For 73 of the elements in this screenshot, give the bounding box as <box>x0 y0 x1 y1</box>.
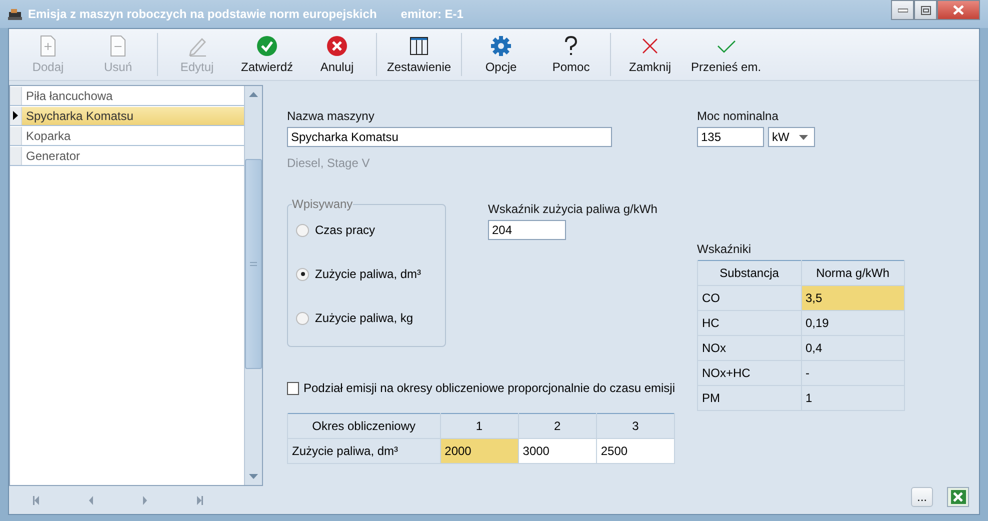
group-title: Wpisywany <box>292 197 353 211</box>
name-field[interactable]: Spycharka Komatsu <box>287 127 612 147</box>
table-cell: NOx <box>698 336 801 360</box>
table-cell[interactable]: 3,5 <box>801 286 904 310</box>
scroll-thumb[interactable] <box>245 159 262 369</box>
close-icon <box>953 5 964 15</box>
column-header: Substancja <box>698 260 801 286</box>
field-label: Nazwa maszyny <box>287 109 376 123</box>
radio-option[interactable]: Zużycie paliwa, dm³ <box>296 267 445 281</box>
window-title: Emisja z maszyn roboczych na podstawie norm europejskich <box>28 7 377 21</box>
table-cell[interactable]: 0,19 <box>801 310 904 336</box>
pencil-icon <box>186 35 208 57</box>
toolbar-button[interactable]: Zestawienie <box>381 29 458 80</box>
toolbar-button[interactable]: Przenieś em. <box>685 29 768 80</box>
row-header: Zużycie paliwa, dm³ <box>288 438 440 464</box>
minimize-button[interactable] <box>891 0 914 20</box>
last-record-icon[interactable] <box>197 496 203 504</box>
confirm-icon <box>256 35 278 57</box>
field-label: Moc nominalna <box>697 109 780 123</box>
table-cell[interactable]: 1 <box>801 386 904 410</box>
table-cell: CO <box>698 286 801 310</box>
machine-icon <box>8 8 22 20</box>
cancel-icon <box>326 35 348 57</box>
column-header: Okres obliczeniowy <box>288 414 440 438</box>
table-cell[interactable]: 3000 <box>518 438 596 464</box>
table-cell[interactable]: 2000 <box>440 438 518 464</box>
table-cell: PM <box>698 386 801 410</box>
list-item[interactable]: Koparka <box>10 126 244 146</box>
first-record-icon[interactable] <box>33 496 39 504</box>
radio-option[interactable]: Czas pracy <box>296 223 445 237</box>
unit-dropdown[interactable]: kW <box>768 127 815 147</box>
checkbox[interactable] <box>287 382 300 394</box>
fuel-index-field[interactable]: 204 <box>488 220 566 240</box>
minimize-icon <box>898 7 908 13</box>
scroll-down-icon <box>249 474 258 479</box>
power-field[interactable]: 135 <box>697 127 764 147</box>
maximize-button[interactable] <box>914 0 937 20</box>
table-cell[interactable]: 2500 <box>596 438 674 464</box>
radio-button[interactable] <box>296 268 309 280</box>
more-button[interactable]: ... <box>911 487 933 507</box>
table-cell[interactable]: 0,4 <box>801 336 904 360</box>
list-item[interactable]: Generator <box>10 146 244 166</box>
table-cell[interactable]: - <box>801 360 904 386</box>
toolbar-button[interactable]: Zatwierdź <box>232 29 302 80</box>
radio-label: Zużycie paliwa, kg <box>315 311 414 325</box>
columns-icon <box>408 35 430 57</box>
settings-icon <box>490 35 512 57</box>
maximize-icon <box>920 6 930 14</box>
radio-button[interactable] <box>296 224 309 236</box>
spreadsheet-icon[interactable] <box>947 487 969 507</box>
row-pointer-icon <box>13 111 18 120</box>
checkbox-label: Podział emisji na okresy obliczeniowe proporcjonalnie do czasu emisji <box>303 381 675 395</box>
radio-label: Czas pracy <box>315 223 376 237</box>
next-record-icon[interactable] <box>143 496 147 504</box>
scrollbar[interactable] <box>244 86 262 485</box>
close-button[interactable] <box>937 0 980 20</box>
radio-label: Zużycie paliwa, dm³ <box>315 267 422 281</box>
list-item[interactable]: Piła łancuchowa <box>10 86 244 106</box>
previous-record-icon[interactable] <box>89 496 93 504</box>
toolbar-button[interactable]: Zamknij <box>615 29 686 80</box>
scroll-up-icon <box>249 92 258 97</box>
field-label: Wskaźnik zużycia paliwa g/kWh <box>488 202 658 216</box>
table-cell: HC <box>698 310 801 336</box>
radio-option[interactable]: Zużycie paliwa, kg <box>296 311 445 325</box>
dropdown-arrow-icon <box>799 134 808 140</box>
window-subtitle: emitor: E-1 <box>400 7 464 21</box>
table-cell: NOx+HC <box>698 360 801 386</box>
toolbar-button[interactable]: Anuluj <box>302 29 372 80</box>
engine-info: Diesel, Stage V <box>287 156 371 170</box>
table-title: Wskaźniki <box>697 242 752 256</box>
toolbar-button[interactable]: Pomoc <box>536 29 606 80</box>
radio-button[interactable] <box>296 312 309 324</box>
toolbar-button[interactable]: Opcje <box>466 29 536 80</box>
